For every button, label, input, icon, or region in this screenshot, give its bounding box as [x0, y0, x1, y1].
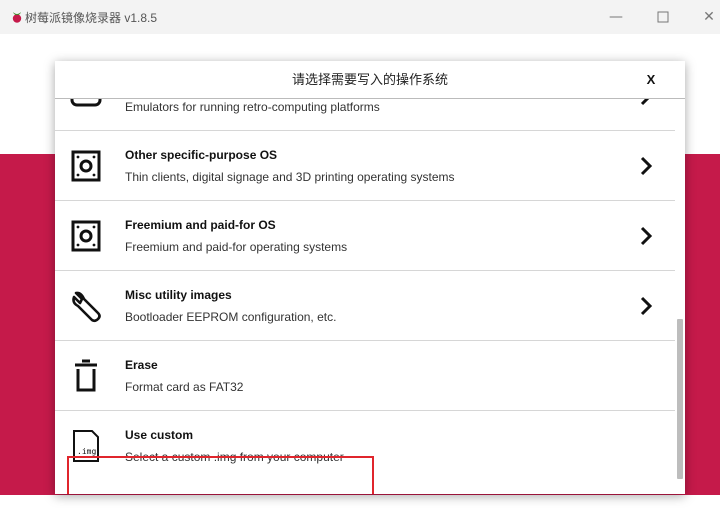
chevron-right-icon: [640, 296, 653, 316]
list-item-title: Other specific-purpose OS: [125, 148, 278, 162]
list-item-description: Format card as FAT32: [125, 380, 244, 394]
board-icon: [71, 220, 101, 252]
app-background-bottom: [0, 495, 720, 513]
list-item-title: Misc utility images: [125, 288, 232, 302]
window-titlebar: 树莓派镜像烧录器 v1.8.5 — ✕: [0, 0, 720, 34]
list-item-title: Freemium and paid-for OS: [125, 218, 276, 232]
list-item-other-specific-purpose-os[interactable]: Other specific-purpose OS Thin clients, …: [55, 131, 675, 201]
list-item-description: Emulators for running retro-computing pl…: [125, 100, 380, 114]
os-list: Emulators for running retro-computing pl…: [55, 99, 675, 494]
trash-icon: [75, 359, 97, 392]
wrench-icon: [72, 291, 101, 323]
raspberry-icon: [12, 12, 22, 23]
chevron-right-icon: [640, 99, 650, 106]
os-select-dialog: 请选择需要写入的操作系统 X Emulators for running ret…: [55, 61, 685, 494]
maximize-icon[interactable]: [652, 6, 674, 28]
list-item-erase[interactable]: Erase Format card as FAT32: [55, 341, 675, 411]
list-item-description: Thin clients, digital signage and 3D pri…: [125, 170, 455, 184]
list-item-title: Erase: [125, 358, 158, 372]
list-item-use-custom[interactable]: .img Use custom Select a custom .img fro…: [55, 411, 675, 481]
chevron-right-icon: [640, 226, 653, 246]
dialog-title: 请选择需要写入的操作系统: [291, 72, 448, 87]
img-file-icon-label: .img: [77, 447, 96, 456]
dialog-header: 请选择需要写入的操作系统 X: [55, 61, 685, 99]
list-item-description: Bootloader EEPROM configuration, etc.: [125, 310, 337, 324]
list-item-description: Freemium and paid-for operating systems: [125, 240, 348, 254]
list-item-description: Select a custom .img from your computer: [125, 450, 344, 464]
list-item-misc-utility-images[interactable]: Misc utility images Bootloader EEPROM co…: [55, 271, 675, 341]
window-title: 树莓派镜像烧录器 v1.8.5: [25, 11, 158, 25]
list-item-freemium-paid-os[interactable]: Freemium and paid-for OS Freemium and pa…: [55, 201, 675, 271]
list-scrollbar[interactable]: [675, 99, 685, 494]
chevron-right-icon: [640, 156, 653, 176]
close-icon[interactable]: ✕: [698, 6, 720, 28]
gamepad-icon: [70, 99, 102, 107]
img-file-icon: .img: [73, 430, 99, 462]
scrollbar-thumb[interactable]: [677, 319, 683, 479]
minimize-icon[interactable]: —: [605, 6, 627, 28]
list-item-title: Use custom: [125, 428, 194, 442]
list-item-emulators[interactable]: Emulators for running retro-computing pl…: [55, 99, 675, 131]
board-icon: [71, 150, 101, 182]
dialog-close-button[interactable]: X: [643, 61, 659, 99]
